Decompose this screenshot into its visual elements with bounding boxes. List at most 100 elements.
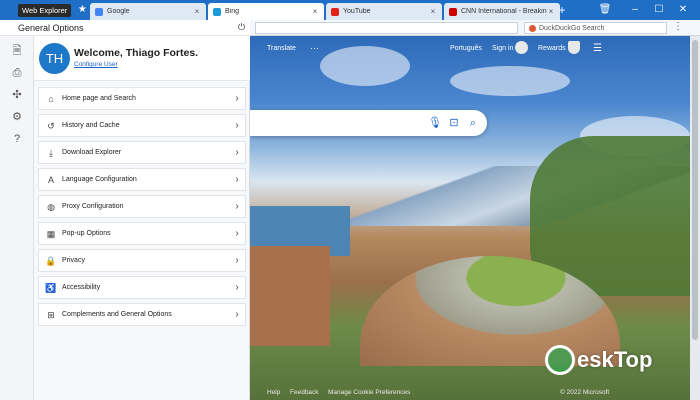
microphone-icon[interactable]: 🎙 [428,116,442,130]
watermark-logo-icon [545,345,575,375]
bing-favicon-icon [213,7,221,16]
minimize-button[interactable]: – [628,3,642,17]
language-icon: A [47,174,54,185]
menu-item-label: Download Explorer [62,149,122,156]
chevron-right-icon: › [235,174,239,185]
tab-label: Bing [225,8,240,15]
menu-item-accessibility[interactable]: ♿ Accessibility › [38,276,246,299]
tab-strip: Google × Bing × YouTube × CNN Internatio… [90,3,562,20]
menu-item-home-search[interactable]: ⌂ Home page and Search › [38,87,246,110]
left-rail: 🗎 ⎙ ✣ ⚙ ? [0,36,34,400]
chevron-right-icon: › [235,282,239,293]
power-icon[interactable]: ⏻ [236,22,247,33]
home-icon: ⌂ [48,93,54,104]
settings-panel: TH Welcome, Thiago Fortes. Configure Use… [34,36,250,400]
extensions-icon[interactable]: ✣ [10,88,24,102]
menu-item-label: History and Cache [62,122,120,129]
menu-item-popup[interactable]: ▦ Pop-up Options › [38,222,246,245]
panel-header: General Options ⏻ [0,20,250,36]
close-icon[interactable]: × [311,7,319,16]
menu-item-language[interactable]: A Language Configuration › [38,168,246,191]
download-icon: ⤓ [49,147,53,158]
tab-label: YouTube [343,8,371,15]
menu-item-label: Privacy [62,257,85,264]
duckduckgo-icon [529,24,536,32]
ruins [250,246,330,346]
rewards-shield-icon[interactable] [568,41,580,54]
print-icon[interactable]: ⎙ [10,66,24,80]
avatar-icon[interactable] [515,41,528,54]
avatar[interactable]: TH [39,43,70,74]
hamburger-icon[interactable]: ☰ [593,43,602,54]
search-icon[interactable]: ⌕ [466,116,480,130]
tab-cnn[interactable]: CNN International - Breaking News × [444,3,560,20]
document-icon[interactable]: 🗎 [10,44,24,58]
chevron-right-icon: › [235,120,239,131]
scroll-thumb[interactable] [692,40,698,340]
chevron-right-icon: › [235,309,239,320]
menu-item-download[interactable]: ⤓ Download Explorer › [38,141,246,164]
language-link[interactable]: Português [450,45,482,52]
watermark-text: eskTop [577,347,653,372]
search-box[interactable]: DuckDuckGo Search [524,22,667,34]
close-icon[interactable]: × [547,7,555,16]
menu-item-label: Accessibility [62,284,101,291]
scrollbar[interactable] [690,36,700,400]
menu-icon[interactable]: ⋮ [672,21,684,32]
copyright: © 2022 Microsoft [560,388,610,396]
gear-icon[interactable]: ⚙ [10,110,24,124]
tab-google[interactable]: Google × [90,3,206,20]
maximize-button[interactable]: ☐ [652,3,666,17]
feedback-link[interactable]: Feedback [290,389,319,396]
new-tab-button[interactable]: + [556,4,568,16]
rewards-link[interactable]: Rewards [538,45,566,52]
close-icon[interactable]: × [193,7,201,16]
star-icon[interactable]: ★ [75,3,89,17]
close-icon[interactable]: × [429,7,437,16]
menu-item-privacy[interactable]: 🔒 Privacy › [38,249,246,272]
cloud [450,66,570,96]
chevron-right-icon: › [235,228,239,239]
lock-icon: 🔒 [45,255,57,266]
help-icon[interactable]: ? [10,132,24,146]
menu-item-complements[interactable]: ⊞ Complements and General Options › [38,303,246,326]
chevron-right-icon: › [235,93,239,104]
cookie-link[interactable]: Manage Cookie Preferences [328,389,410,396]
chevron-right-icon: › [235,201,239,212]
menu-item-proxy[interactable]: ◍ Proxy Configuration › [38,195,246,218]
history-icon: ↺ [47,120,55,131]
url-input[interactable] [255,22,518,34]
configure-user-link[interactable]: Configure User [74,61,118,68]
menu-item-history[interactable]: ↺ History and Cache › [38,114,246,137]
menu-item-label: Language Configuration [62,176,137,183]
tab-label: CNN International - Breaking News [461,8,547,15]
bing-footer: Help Feedback Manage Cookie Preferences … [250,386,690,398]
youtube-favicon-icon [331,7,339,16]
user-card: TH Welcome, Thiago Fortes. Configure Use… [34,36,250,81]
menu-item-label: Proxy Configuration [62,203,124,210]
app-badge: Web Explorer [18,4,72,17]
translate-link[interactable]: Translate [267,45,296,52]
menu-item-label: Home page and Search [62,95,136,102]
extensions-icon: ⊞ [47,309,55,320]
watermark: eskTop [545,340,652,380]
help-link[interactable]: Help [267,389,280,396]
panel-title: General Options [18,23,84,33]
trash-icon[interactable]: 🗑 [598,3,612,17]
signin-link[interactable]: Sign in [492,45,513,52]
menu-item-label: Complements and General Options [62,311,172,318]
more-icon[interactable]: ··· [310,43,319,53]
menu-item-label: Pop-up Options [62,230,111,237]
popup-icon: ▦ [46,228,56,239]
chevron-right-icon: › [235,147,239,158]
welcome-text: Welcome, Thiago Fortes. [74,47,199,59]
bing-search-box[interactable]: 🎙 ⊡ ⌕ [250,110,487,136]
proxy-icon: ◍ [47,201,55,212]
tab-bing[interactable]: Bing × [208,3,324,20]
visual-search-icon[interactable]: ⊡ [447,116,461,130]
close-window-button[interactable]: ✕ [676,3,690,17]
tab-youtube[interactable]: YouTube × [326,3,442,20]
google-favicon-icon [95,7,103,16]
tab-label: Google [107,8,130,15]
bing-header: Translate ··· Português Sign in Rewards … [250,40,690,56]
